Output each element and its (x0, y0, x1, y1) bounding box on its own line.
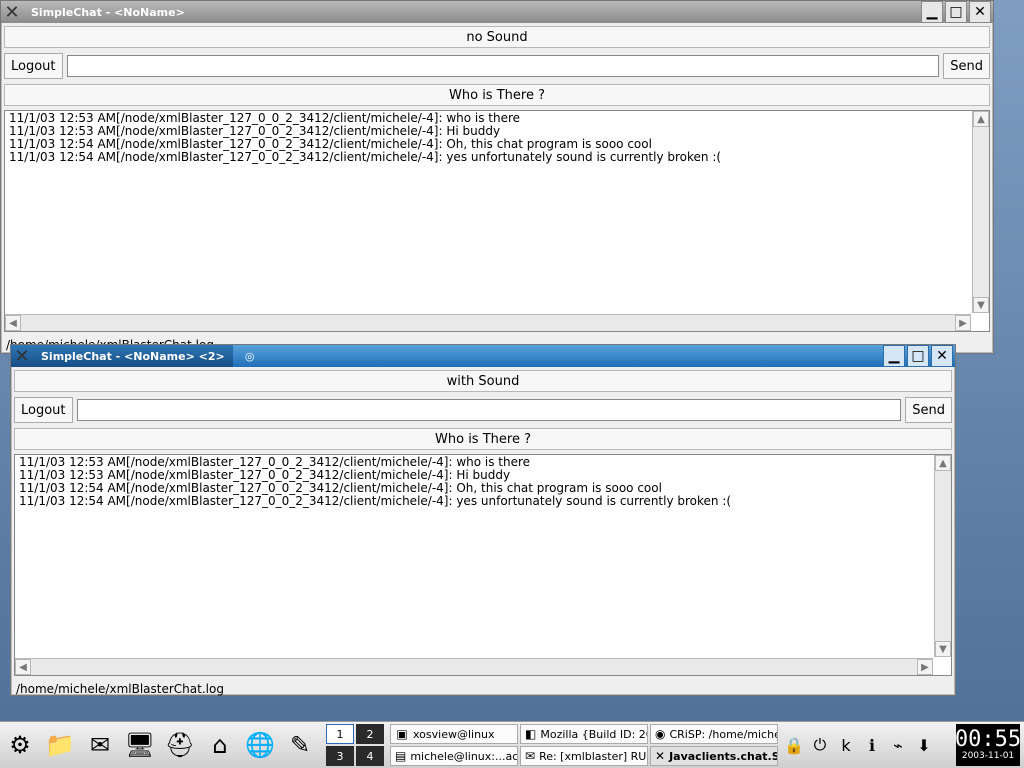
system-tray: 🔒 ⏻ k ℹ ⌁ ⬇ (784, 735, 934, 755)
who-is-there-button[interactable]: Who is There ? (4, 84, 990, 106)
simplechat-window-1: ✕ SimpleChat - <NoName> ▁ □ ✕ no Sound L… (0, 0, 994, 354)
pager-desktop-2[interactable]: 2 (356, 724, 384, 744)
clock-date: 2003-11-01 (961, 751, 1015, 761)
taskbar: ⚙ 📁 ✉ 🖥 ⛑ ⌂ 🌐 ✎ 1 2 3 4 ▣ xosview@linux … (0, 721, 1024, 768)
scroll-down-icon[interactable]: ▼ (973, 297, 989, 313)
send-button[interactable]: Send (905, 397, 952, 423)
network-icon[interactable]: ⌁ (888, 735, 908, 755)
vertical-scrollbar[interactable]: ▲ ▼ (934, 455, 951, 657)
task-xmlblaster-mail[interactable]: ✉ Re: [xmlblaster] RUI (520, 746, 648, 766)
clock-time: 00:55 (954, 727, 1022, 752)
window-title: SimpleChat - <NoName> (31, 5, 185, 19)
sound-status[interactable]: no Sound (4, 26, 990, 48)
power-icon[interactable]: ⏻ (810, 735, 830, 755)
chat-log[interactable]: 11/1/03 12:53 AM[/node/xmlBlaster_127_0_… (4, 110, 990, 332)
task-terminal[interactable]: ▤ michele@linux:...aclie (390, 746, 518, 766)
swirl-icon: ◎ (244, 349, 255, 363)
scroll-up-icon[interactable]: ▲ (973, 111, 989, 127)
who-is-there-button[interactable]: Who is There ? (14, 428, 952, 450)
close-button[interactable]: ✕ (931, 345, 953, 367)
lock-icon[interactable]: 🔒 (784, 735, 804, 755)
kde-menu-icon[interactable]: ⚙ (0, 725, 40, 765)
task-mozilla[interactable]: ◧ Mozilla {Build ID: 200 (520, 724, 648, 744)
horizontal-scrollbar[interactable]: ◀ ▶ (5, 314, 971, 331)
info-icon[interactable]: ℹ (862, 735, 882, 755)
x-window-icon: ✕ (655, 749, 666, 763)
sound-status-text: with Sound (446, 373, 520, 389)
sound-status-text: no Sound (466, 29, 528, 45)
clock[interactable]: 00:55 2003-11-01 (954, 724, 1022, 766)
download-icon[interactable]: ⬇ (914, 735, 934, 755)
scroll-right-icon[interactable]: ▶ (917, 659, 933, 675)
maximize-button[interactable]: □ (945, 1, 967, 23)
scroll-left-icon[interactable]: ◀ (5, 315, 21, 331)
maximize-button[interactable]: □ (907, 345, 929, 367)
monitor-icon: ▣ (396, 727, 408, 741)
scroll-down-icon[interactable]: ▼ (935, 641, 951, 657)
crisp-icon: ◉ (655, 727, 666, 741)
simplechat-window-2: ✕ SimpleChat - <NoName> <2> ◎ ▁ □ ✕ with… (10, 344, 956, 696)
terminal-icon: ▤ (395, 749, 407, 763)
titlebar[interactable]: ✕ SimpleChat - <NoName> ▁ □ ✕ (1, 1, 993, 23)
pager-desktop-3[interactable]: 3 (326, 746, 354, 766)
who-is-there-label: Who is There ? (435, 431, 531, 447)
chat-log[interactable]: 11/1/03 12:53 AM[/node/xmlBlaster_127_0_… (14, 454, 952, 676)
k-icon[interactable]: k (836, 735, 856, 755)
sound-status[interactable]: with Sound (14, 370, 952, 392)
task-xosview[interactable]: ▣ xosview@linux (390, 724, 518, 744)
pager-desktop-4[interactable]: 4 (356, 746, 384, 766)
logout-button[interactable]: Logout (14, 397, 73, 423)
logout-button[interactable]: Logout (4, 53, 63, 79)
chat-input[interactable] (66, 55, 940, 77)
window-title: SimpleChat - <NoName> <2> (41, 349, 225, 363)
minimize-button[interactable]: ▁ (921, 1, 943, 23)
pager-desktop-1[interactable]: 1 (326, 724, 354, 744)
who-is-there-label: Who is There ? (449, 87, 545, 103)
vertical-scrollbar[interactable]: ▲ ▼ (972, 111, 989, 313)
scroll-up-icon[interactable]: ▲ (935, 455, 951, 471)
chat-input[interactable] (76, 399, 902, 421)
task-list[interactable]: ▣ xosview@linux ◧ Mozilla {Build ID: 200… (390, 724, 778, 766)
titlebar[interactable]: ✕ SimpleChat - <NoName> <2> ◎ ▁ □ ✕ (11, 345, 955, 367)
home-icon[interactable]: ⌂ (200, 725, 240, 765)
x-window-icon[interactable]: ✕ (1, 1, 23, 23)
browser-icon[interactable]: 🌐 (240, 725, 280, 765)
horizontal-scrollbar[interactable]: ◀ ▶ (15, 658, 933, 675)
close-button[interactable]: ✕ (969, 1, 991, 23)
office-icon[interactable]: ✎ (280, 725, 320, 765)
send-button[interactable]: Send (943, 53, 990, 79)
mail-icon: ✉ (525, 749, 536, 763)
task-crisp[interactable]: ◉ CRiSP: /home/michele (650, 724, 778, 744)
x-window-icon[interactable]: ✕ (11, 345, 33, 367)
file-manager-icon[interactable]: 📁 (40, 725, 80, 765)
help-icon[interactable]: ⛑ (160, 725, 200, 765)
scroll-left-icon[interactable]: ◀ (15, 659, 31, 675)
chat-message: 11/1/03 12:54 AM[/node/xmlBlaster_127_0_… (19, 494, 732, 508)
mozilla-icon: ◧ (525, 727, 537, 741)
chat-message: 11/1/03 12:54 AM[/node/xmlBlaster_127_0_… (9, 150, 722, 164)
task-javaclients-chat[interactable]: ✕ Javaclients.chat.S ▼ (650, 746, 778, 766)
log-path: /home/michele/xmlBlasterChat.log (16, 682, 224, 696)
mail-icon[interactable]: ✉ (80, 725, 120, 765)
scroll-right-icon[interactable]: ▶ (955, 315, 971, 331)
desktop-pager[interactable]: 1 2 3 4 (326, 724, 384, 766)
desktop-icon[interactable]: 🖥 (120, 725, 160, 765)
minimize-button[interactable]: ▁ (883, 345, 905, 367)
